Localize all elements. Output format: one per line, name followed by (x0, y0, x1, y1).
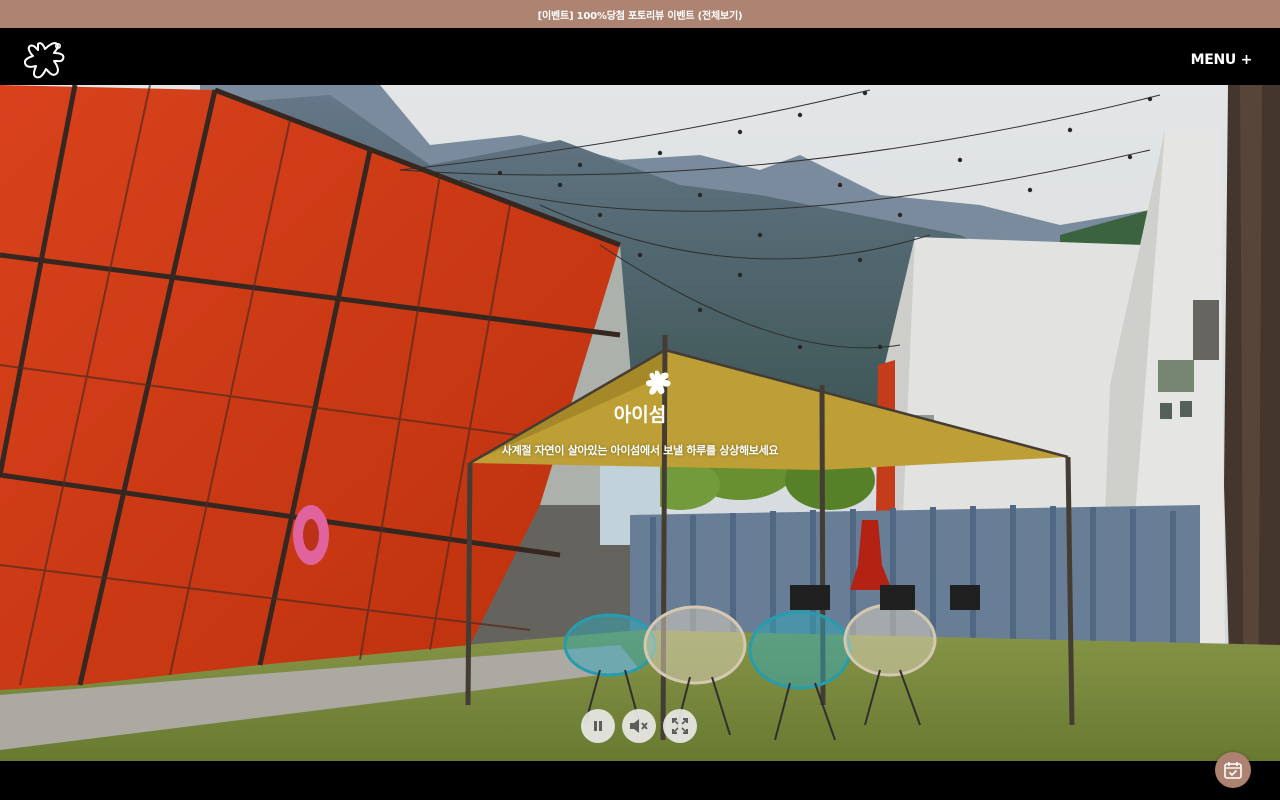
promo-event-link[interactable]: [이벤트] 100%당첨 포토리뷰 이벤트 (전체보기) (538, 7, 743, 22)
pause-icon (594, 721, 602, 731)
calendar-check-icon (1224, 762, 1242, 779)
site-header: MENU + (0, 28, 1280, 85)
mute-button[interactable] (622, 709, 656, 743)
fullscreen-button[interactable] (663, 709, 697, 743)
reservation-button[interactable] (1215, 752, 1251, 788)
volume-mute-icon (630, 719, 648, 733)
aiseom-brand-logo: 아이섬 (600, 369, 680, 429)
video-controls (581, 709, 701, 743)
hero-video[interactable]: 아이섬 사계절 자연이 살아있는 아이섬에서 보낼 하루를 상상해보세요 (0, 85, 1280, 761)
brand-name: 아이섬 (614, 404, 666, 426)
fullscreen-icon (672, 718, 688, 734)
promo-bar: [이벤트] 100%당첨 포토리뷰 이벤트 (전체보기) (0, 0, 1280, 28)
pause-button[interactable] (581, 709, 615, 743)
bottom-band (0, 761, 1280, 800)
page: [이벤트] 100%당첨 포토리뷰 이벤트 (전체보기) MENU + 아이섬 … (0, 0, 1280, 800)
menu-button[interactable]: MENU + (1191, 52, 1253, 68)
star-splash-logo-icon[interactable] (23, 40, 66, 80)
hero-tagline: 사계절 자연이 살아있는 아이섬에서 보낼 하루를 상상해보세요 (501, 444, 779, 457)
